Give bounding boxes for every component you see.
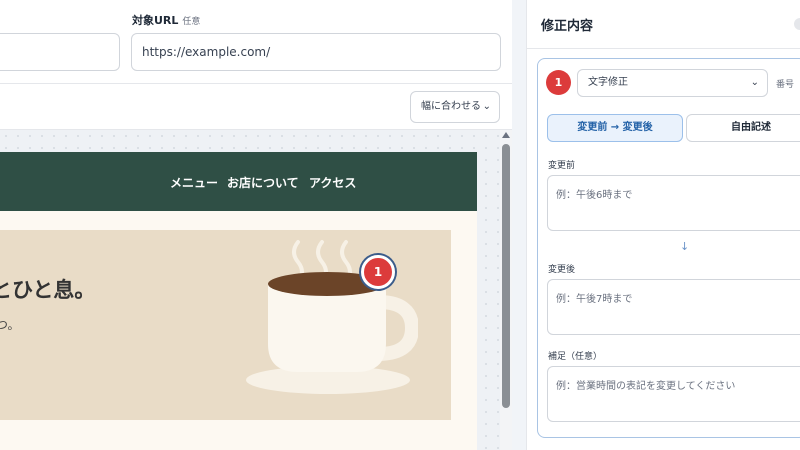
tab-free-text[interactable]: 自由記述 xyxy=(686,114,800,142)
panel-title: 修正内容 xyxy=(541,19,594,34)
url-optional-tag: 任意 xyxy=(182,17,201,27)
revision-type-select[interactable]: 文字修正 ⌄ xyxy=(577,69,768,97)
tab-before-after[interactable]: 変更前 → 変更後 xyxy=(547,114,683,142)
fit-width-label: 幅に合わせる xyxy=(421,101,481,112)
before-textarea[interactable]: 例：午後6時まで xyxy=(547,175,800,231)
after-label: 変更後 xyxy=(548,265,576,275)
chevron-down-icon: ⌄ xyxy=(750,77,759,88)
hero-title: っとひと息。 xyxy=(0,278,96,302)
url-input[interactable]: https://example.com/ xyxy=(131,33,501,71)
revision-type-value: 文字修正 xyxy=(588,77,628,88)
url-label: 対象URL 任意 xyxy=(132,12,200,28)
note-textarea[interactable]: 例：営業時間の表記を変更してください xyxy=(547,366,800,422)
chevron-down-icon: ⌄ xyxy=(482,101,491,112)
panel-divider xyxy=(526,48,800,49)
arrow-down-icon: ↓ xyxy=(680,240,690,253)
fit-width-select[interactable]: 幅に合わせる ⌄ xyxy=(410,91,500,123)
scroll-up-icon[interactable] xyxy=(502,132,510,138)
nav-item-access[interactable]: アクセス xyxy=(309,174,356,191)
after-textarea[interactable]: 例：午後7時まで xyxy=(547,279,800,335)
hero-subtitle: やつ。 xyxy=(0,318,20,332)
annotation-pin[interactable]: 1 xyxy=(361,255,395,289)
number-label: 番号 xyxy=(776,80,795,90)
site-nav: メニュー お店について アクセス xyxy=(0,152,477,211)
item-number-badge: 1 xyxy=(546,70,571,95)
url-label-text: 対象URL xyxy=(132,14,179,27)
panel-action-icon[interactable] xyxy=(794,18,800,30)
preview-site[interactable]: メニュー お店について アクセス っとひと息。 やつ。 xyxy=(0,152,477,450)
scrollbar-thumb[interactable] xyxy=(502,144,510,408)
left-text-field[interactable] xyxy=(0,33,120,71)
before-label: 変更前 xyxy=(548,161,576,171)
coffee-cup-illustration xyxy=(246,240,418,394)
note-label: 補足（任意） xyxy=(548,352,603,362)
nav-item-menu[interactable]: メニュー xyxy=(170,174,218,191)
nav-item-about[interactable]: お店について xyxy=(227,174,299,191)
